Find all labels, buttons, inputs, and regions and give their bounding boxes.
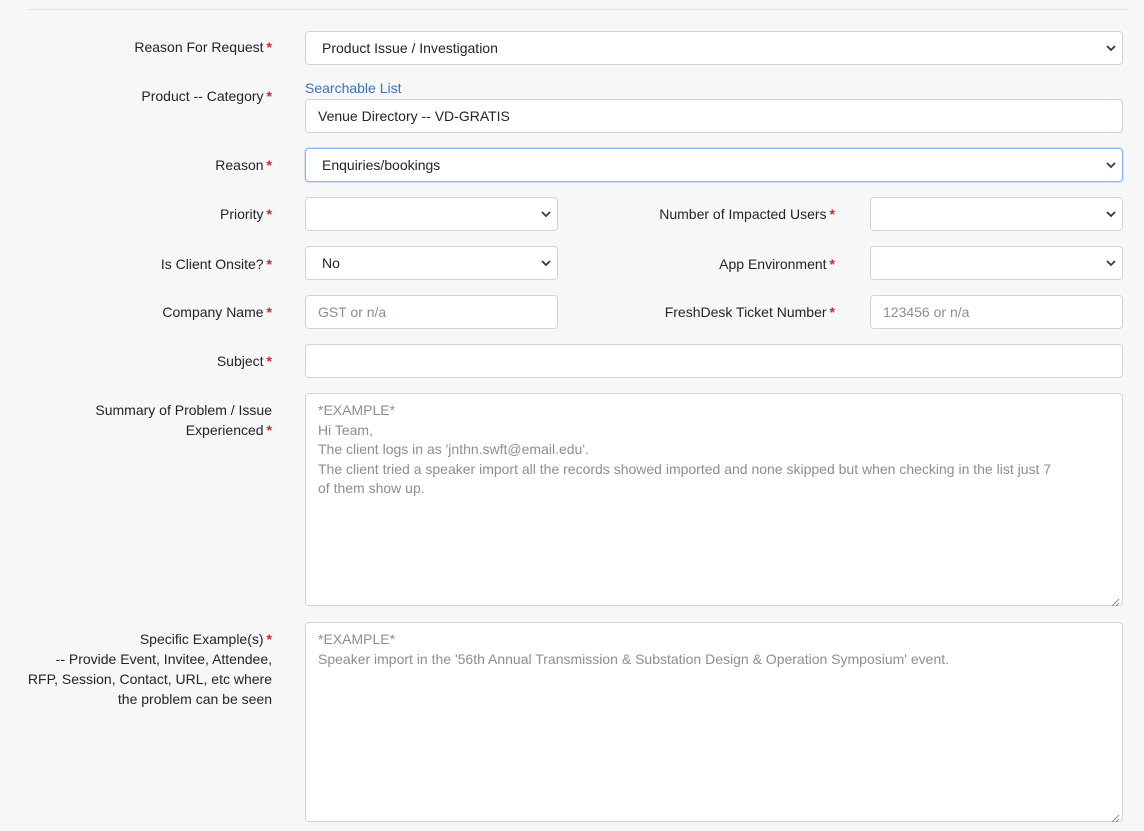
freshdesk-ticket-label: FreshDesk Ticket Number * [664, 304, 835, 320]
product-category-input[interactable]: Venue Directory -- VD-GRATIS [305, 99, 1123, 133]
reason-value: Enquiries/bookings [322, 157, 441, 173]
resize-grip-icon[interactable] [1110, 809, 1120, 823]
required-mark: * [266, 304, 272, 320]
client-onsite-label: Is Client Onsite? * [160, 256, 272, 272]
reason-for-request-value: Product Issue / Investigation [322, 40, 498, 56]
chevron-down-icon [1106, 258, 1116, 268]
company-name-placeholder: GST or n/a [318, 304, 387, 320]
client-onsite-value: No [322, 255, 340, 271]
app-environment-select[interactable] [870, 246, 1123, 280]
freshdesk-ticket-placeholder: 123456 or n/a [883, 304, 970, 320]
app-environment-label: App Environment * [719, 256, 835, 272]
summary-label: Summary of Problem / Issue Experienced * [95, 402, 272, 438]
priority-select[interactable] [305, 197, 558, 231]
required-mark: * [266, 39, 272, 55]
priority-label: Priority * [219, 206, 272, 222]
chevron-down-icon [1106, 209, 1116, 219]
required-mark: * [829, 206, 835, 222]
chevron-down-icon [541, 209, 551, 219]
form-panel: Reason For Request * Product Issue / Inve… [4, 0, 1140, 831]
impacted-users-select[interactable] [870, 197, 1123, 231]
required-mark: * [266, 157, 272, 173]
client-onsite-select[interactable]: No [305, 246, 558, 280]
chevron-down-icon [1106, 160, 1116, 170]
required-mark: * [829, 304, 835, 320]
summary-textarea[interactable]: *EXAMPLE* Hi Team, The client logs in as… [305, 393, 1123, 607]
examples-textarea[interactable]: *EXAMPLE* Speaker import in the '56th An… [305, 622, 1123, 823]
reason-label: Reason * [215, 157, 272, 173]
reason-for-request-label: Reason For Request * [134, 39, 272, 55]
company-name-input[interactable]: GST or n/a [305, 295, 558, 329]
divider [28, 9, 1128, 10]
reason-for-request-select[interactable]: Product Issue / Investigation [305, 31, 1123, 65]
freshdesk-ticket-input[interactable]: 123456 or n/a [870, 295, 1123, 329]
summary-placeholder-line: The client tried a speaker import all th… [318, 460, 1052, 477]
required-mark: * [266, 422, 272, 438]
summary-placeholder-line: *EXAMPLE* [318, 402, 396, 418]
summary-placeholder-line: Hi Team, [318, 421, 373, 438]
required-mark: * [829, 256, 835, 272]
product-category-label: Product -- Category * [141, 88, 272, 104]
summary-placeholder-line: The client logs in as 'jnthn.swft@email.… [318, 441, 589, 457]
impacted-users-label: Number of Impacted Users * [659, 206, 835, 222]
chevron-down-icon [1106, 43, 1116, 53]
required-mark: * [266, 256, 272, 272]
required-mark: * [266, 631, 272, 647]
examples-placeholder-line: Speaker import in the '56th Annual Trans… [318, 650, 950, 667]
product-category-value: Venue Directory -- VD-GRATIS [318, 108, 510, 124]
required-mark: * [266, 88, 272, 104]
subject-input[interactable] [305, 344, 1123, 378]
resize-grip-icon[interactable] [1110, 593, 1120, 607]
examples-label: Specific Example(s) * -- Provide Event, I… [27, 631, 272, 707]
chevron-down-icon [541, 258, 551, 268]
company-name-label: Company Name * [162, 304, 272, 320]
required-mark: * [266, 353, 272, 369]
subject-label: Subject * [216, 353, 272, 369]
summary-placeholder-line: of them show up. [318, 480, 425, 496]
examples-placeholder-line: *EXAMPLE* [318, 631, 396, 647]
required-mark: * [266, 206, 272, 222]
searchable-list-link[interactable]: Searchable List [305, 80, 402, 96]
reason-select[interactable]: Enquiries/bookings [305, 148, 1123, 182]
